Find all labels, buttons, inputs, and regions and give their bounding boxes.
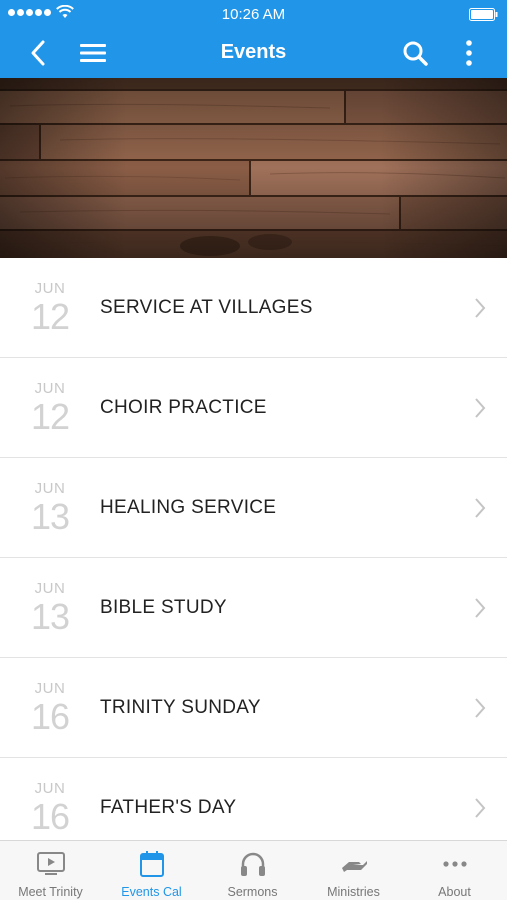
tab-about[interactable]: About (404, 841, 505, 900)
battery-icon (469, 8, 498, 21)
tab-label: Meet Trinity (18, 885, 83, 899)
event-title: TRINITY SUNDAY (100, 697, 261, 718)
tab-label: Sermons (227, 885, 278, 899)
chevron-right-icon (475, 298, 486, 318)
chevron-right-icon (475, 398, 486, 418)
event-day: 16 (30, 796, 70, 837)
event-row[interactable]: JUN 12 SERVICE AT VILLAGES (0, 258, 507, 358)
event-title: CHOIR PRACTICE (100, 397, 267, 418)
tab-label: Ministries (327, 885, 380, 899)
event-list: JUN 12 SERVICE AT VILLAGES JUN 12 CHOIR … (0, 258, 507, 840)
event-row[interactable]: JUN 16 FATHER'S DAY (0, 758, 507, 840)
event-month: JUN (34, 380, 66, 397)
banner-image (0, 78, 507, 258)
event-title: BIBLE STUDY (100, 597, 227, 618)
page-title: Events (220, 41, 287, 63)
tab-ministries[interactable]: Ministries (303, 841, 404, 900)
search-icon[interactable] (400, 38, 430, 68)
chevron-right-icon (475, 698, 486, 718)
event-row[interactable]: JUN 12 CHOIR PRACTICE (0, 358, 507, 458)
wood-planks-banner (0, 78, 507, 258)
event-day: 13 (30, 596, 70, 637)
tab-sermons[interactable]: Sermons (202, 841, 303, 900)
tab-label: About (438, 885, 471, 899)
more-horizontal-icon (443, 861, 467, 867)
tab-label: Events Cal (121, 885, 182, 899)
status-bar: 10:26 AM (0, 0, 507, 28)
chevron-right-icon (475, 798, 486, 818)
event-title: HEALING SERVICE (100, 497, 277, 518)
event-day: 12 (30, 296, 70, 337)
tab-events-cal[interactable]: Events Cal (101, 841, 202, 900)
event-month: JUN (34, 480, 66, 497)
calendar-icon (140, 851, 164, 877)
event-day: 12 (30, 396, 70, 437)
chevron-right-icon (475, 598, 486, 618)
event-row[interactable]: JUN 16 TRINITY SUNDAY (0, 658, 507, 758)
event-row[interactable]: JUN 13 BIBLE STUDY (0, 558, 507, 658)
more-vertical-icon[interactable] (454, 38, 484, 68)
tab-bar: Meet Trinity Events Cal Sermons Ministri… (0, 840, 507, 900)
event-month: JUN (34, 680, 66, 697)
event-day: 13 (30, 496, 70, 537)
event-month: JUN (34, 580, 66, 597)
event-title: SERVICE AT VILLAGES (100, 297, 313, 318)
nav-bar: Events (0, 28, 507, 78)
event-day: 16 (30, 696, 70, 737)
event-title: FATHER'S DAY (100, 797, 237, 818)
event-month: JUN (34, 780, 66, 797)
event-month: JUN (34, 280, 66, 297)
tab-meet-trinity[interactable]: Meet Trinity (0, 841, 101, 900)
helping-hand-icon (342, 861, 367, 872)
headphones-icon (241, 852, 265, 876)
tv-play-icon (37, 852, 65, 875)
chevron-right-icon (475, 498, 486, 518)
status-time: 10:26 AM (221, 6, 286, 23)
event-row[interactable]: JUN 13 HEALING SERVICE (0, 458, 507, 558)
